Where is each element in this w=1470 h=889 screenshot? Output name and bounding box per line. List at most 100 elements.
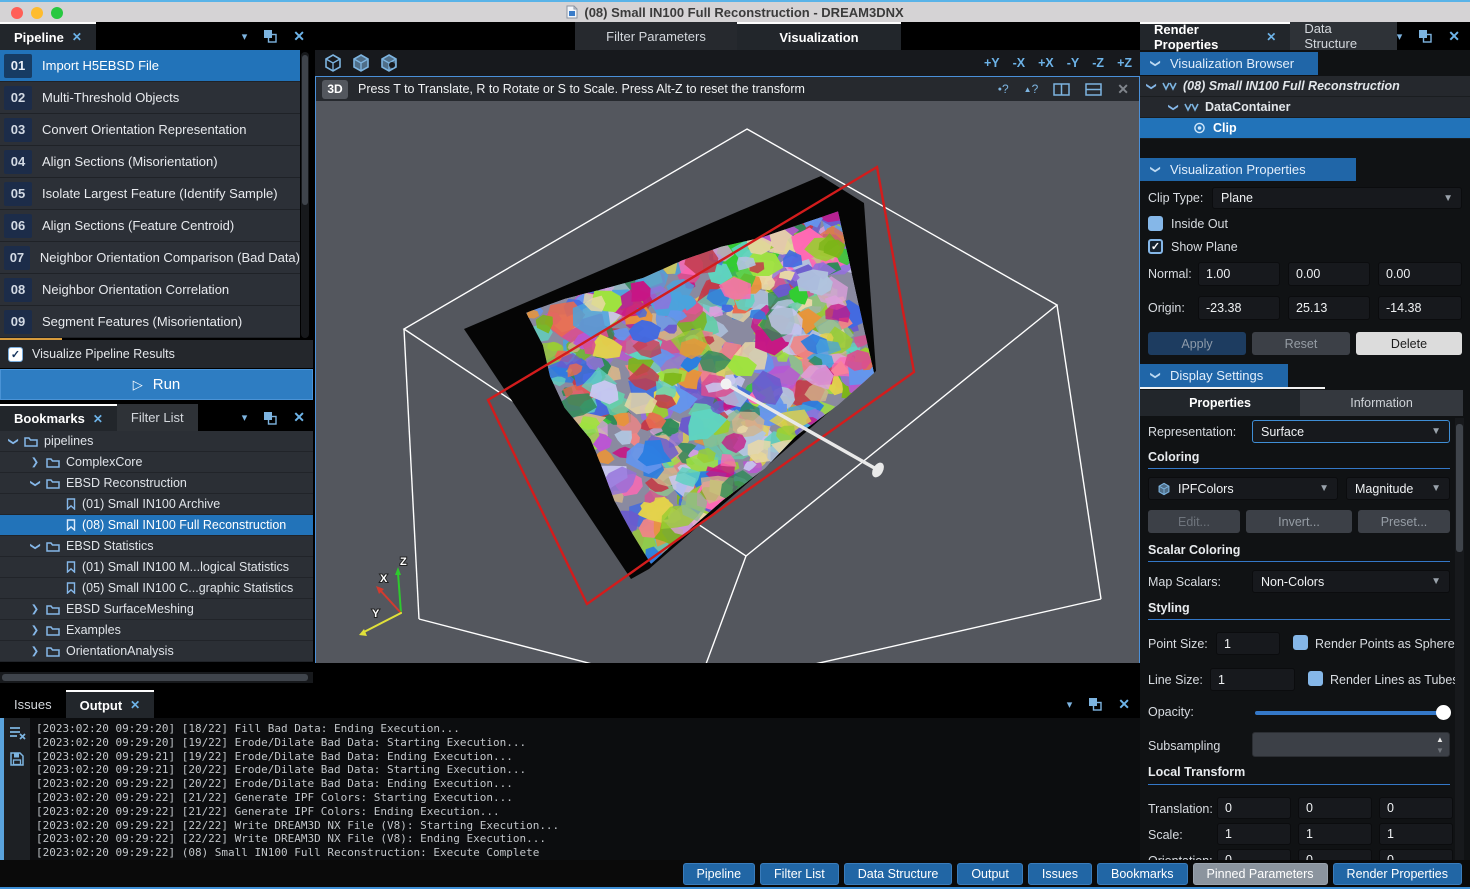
bookmarks-tree-item[interactable]: ❯EBSD Statistics (0, 536, 313, 557)
translation-z-field[interactable]: 0 (1379, 797, 1453, 819)
chevron-right-icon[interactable]: ❯ (28, 625, 42, 636)
subtab-information[interactable]: Information (1300, 390, 1463, 416)
subsampling-spinbox[interactable] (1252, 732, 1450, 757)
scale-x-field[interactable]: 1 (1217, 823, 1291, 845)
camera-minus-x-button[interactable]: -X (1013, 56, 1026, 70)
run-button[interactable]: ▷ Run (0, 369, 313, 400)
panel-close-icon[interactable]: ✕ (293, 409, 305, 426)
tab-output[interactable]: Output✕ (66, 690, 155, 718)
bookmarks-tree-item[interactable]: ❯ComplexCore (0, 452, 313, 473)
window-zoom-button[interactable] (51, 7, 63, 19)
origin-y-field[interactable]: 25.13 (1288, 296, 1370, 320)
orientation-y-field[interactable]: 0 (1298, 849, 1372, 860)
bookmarks-tree-item[interactable]: (08) Small IN100 Full Reconstruction (0, 515, 313, 536)
float-panel-icon[interactable] (1088, 697, 1102, 711)
dock-button-pinned-parameters[interactable]: Pinned Parameters (1193, 863, 1328, 885)
tab-issues[interactable]: Issues (0, 690, 66, 718)
panel-close-icon[interactable]: ✕ (1118, 696, 1130, 713)
chevron-down-icon[interactable]: ❯ (30, 539, 41, 553)
pipeline-step[interactable]: 06Align Sections (Feature Centroid) (0, 210, 300, 242)
chevron-down-icon[interactable]: ❯ (1168, 100, 1179, 114)
camera-minus-z-button[interactable]: -Z (1092, 56, 1104, 70)
normal-z-field[interactable]: 0.00 (1378, 262, 1462, 286)
tab-close-icon[interactable]: ✕ (130, 698, 140, 712)
visualization-properties-header[interactable]: ❯ Visualization Properties (1140, 158, 1356, 181)
dock-button-render-properties[interactable]: Render Properties (1333, 863, 1462, 885)
points-as-spheres-checkbox[interactable] (1293, 635, 1308, 650)
float-panel-icon[interactable] (1418, 29, 1432, 43)
scale-z-field[interactable]: 1 (1379, 823, 1453, 845)
show-plane-checkbox[interactable]: ✓ (1148, 239, 1163, 254)
tab-bookmarks[interactable]: Bookmarks✕ (0, 404, 117, 431)
tab-close-icon[interactable]: ✕ (1266, 30, 1276, 44)
origin-z-field[interactable]: -14.38 (1378, 296, 1462, 320)
eye-icon[interactable] (1192, 122, 1207, 134)
point-size-field[interactable]: 1 (1216, 632, 1280, 655)
tab-close-icon[interactable]: ✕ (93, 412, 103, 426)
render-view-3d[interactable]: Z X Y (316, 101, 1139, 663)
window-close-button[interactable] (11, 7, 23, 19)
dock-button-bookmarks[interactable]: Bookmarks (1097, 863, 1188, 885)
edit-colormap-button[interactable]: Edit... (1148, 510, 1240, 533)
bookmarks-tree-item[interactable]: ❯Examples (0, 620, 313, 641)
preset-colormap-button[interactable]: Preset... (1358, 510, 1450, 533)
line-size-field[interactable]: 1 (1210, 668, 1295, 691)
bookmarks-tree-item[interactable]: ❯OrientationAnalysis (0, 641, 313, 662)
bookmarks-tree-item[interactable]: (01) Small IN100 M...logical Statistics (0, 557, 313, 578)
camera-cube-wire-icon[interactable] (323, 53, 343, 73)
viz-tree-item-datacontainer[interactable]: ❯ DataContainer (1140, 97, 1470, 118)
chevron-right-icon[interactable]: ❯ (28, 604, 42, 615)
tab-pipeline[interactable]: Pipeline✕ (0, 22, 96, 50)
camera-plusminus-x-button[interactable]: +X (1038, 56, 1054, 70)
spin-up-icon[interactable]: ▲ (1436, 736, 1444, 744)
pipeline-step[interactable]: 05Isolate Largest Feature (Identify Samp… (0, 178, 300, 210)
color-array-dropdown[interactable]: IPFColors▼ (1148, 477, 1338, 500)
pipeline-step[interactable]: 09Segment Features (Misorientation) (0, 306, 300, 338)
viz-tree-item-clip[interactable]: Clip (1140, 118, 1470, 139)
opacity-slider-track[interactable] (1255, 711, 1448, 715)
lines-as-tubes-checkbox[interactable] (1308, 671, 1323, 686)
dock-button-data-structure[interactable]: Data Structure (844, 863, 953, 885)
console-output[interactable]: [2023:02:20 09:29:20] [18/22] Fill Bad D… (30, 718, 1140, 860)
apply-button[interactable]: Apply (1148, 332, 1246, 355)
pipeline-scrollbar-thumb[interactable] (302, 55, 308, 205)
triangle-help-icon[interactable]: ▲? (1024, 82, 1039, 96)
window-minimize-button[interactable] (31, 7, 43, 19)
scale-y-field[interactable]: 1 (1298, 823, 1372, 845)
dock-menu-icon[interactable]: ▾ (242, 30, 248, 43)
component-dropdown[interactable]: Magnitude▼ (1346, 477, 1450, 500)
tab-close-icon[interactable]: ✕ (72, 30, 82, 44)
clip-type-dropdown[interactable]: Plane▼ (1212, 187, 1462, 209)
camera-cube-clip-icon[interactable] (379, 53, 399, 73)
map-scalars-dropdown[interactable]: Non-Colors▼ (1252, 570, 1450, 593)
bookmarks-hscrollbar-thumb[interactable] (2, 674, 308, 681)
right-panel-scrollbar-thumb[interactable] (1456, 424, 1463, 552)
panel-close-icon[interactable]: ✕ (1448, 28, 1460, 45)
dock-menu-icon[interactable]: ▾ (242, 411, 248, 424)
bookmarks-tree-item[interactable]: (05) Small IN100 C...graphic Statistics (0, 578, 313, 599)
panel-close-icon[interactable]: ✕ (293, 28, 305, 45)
dock-button-issues[interactable]: Issues (1028, 863, 1092, 885)
opacity-slider-handle[interactable] (1436, 705, 1451, 720)
camera-plusminus-z-button[interactable]: +Z (1117, 56, 1132, 70)
viz-tree-item-pipeline[interactable]: ❯ (08) Small IN100 Full Reconstruction (1140, 76, 1470, 97)
origin-x-field[interactable]: -23.38 (1198, 296, 1280, 320)
reset-button[interactable]: Reset (1252, 332, 1350, 355)
bookmarks-tree-item[interactable]: ❯EBSD Reconstruction (0, 473, 313, 494)
pipeline-step[interactable]: 07Neighbor Orientation Comparison (Bad D… (0, 242, 300, 274)
visualization-browser-header[interactable]: ❯ Visualization Browser (1140, 52, 1318, 75)
point-help-icon[interactable]: ●? (998, 82, 1009, 96)
translation-y-field[interactable]: 0 (1298, 797, 1372, 819)
split-horizontal-icon[interactable] (1085, 83, 1102, 96)
tab-data-structure[interactable]: Data Structure (1290, 22, 1396, 50)
camera-minus-y-button[interactable]: -Y (1067, 56, 1080, 70)
pipeline-step[interactable]: 08Neighbor Orientation Correlation (0, 274, 300, 306)
delete-button[interactable]: Delete (1356, 332, 1462, 355)
split-vertical-icon[interactable] (1053, 83, 1070, 96)
chevron-down-icon[interactable]: ❯ (1146, 79, 1157, 93)
float-panel-icon[interactable] (263, 29, 277, 43)
camera-cube-solid-icon[interactable] (351, 53, 371, 73)
chevron-down-icon[interactable]: ❯ (30, 476, 41, 490)
normal-x-field[interactable]: 1.00 (1198, 262, 1280, 286)
save-log-icon[interactable] (10, 752, 24, 766)
